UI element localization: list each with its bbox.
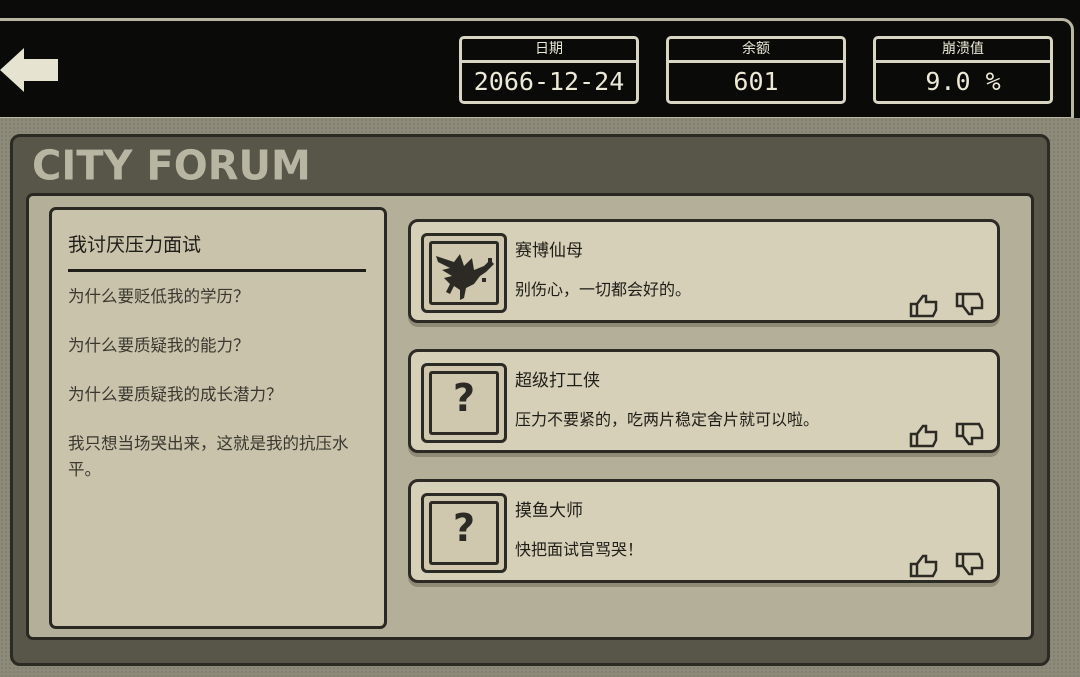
divider (68, 269, 366, 272)
avatar: ? (421, 493, 507, 573)
breakdown-display: 崩溃值 9.0 % (873, 36, 1053, 104)
question-mark-icon: ? (452, 506, 476, 550)
date-display: 日期 2066-12-24 (459, 36, 639, 104)
forum-title: CITY FORUM (32, 142, 311, 190)
comment-username: 超级打工侠 (515, 371, 600, 391)
avatar (421, 233, 507, 313)
thumbs-down-icon[interactable] (955, 552, 985, 578)
post-body: 为什么要贬低我的学历？ 为什么要质疑我的能力？ 为什么要质疑我的成长潜力？ 我只… (68, 284, 368, 506)
comment-text: 压力不要紧的，吃两片稳定舍片就可以啦。 (515, 410, 820, 429)
comment-text: 别伤心，一切都会好的。 (515, 280, 692, 299)
back-arrow-icon (0, 48, 58, 92)
post-title: 我讨厌压力面试 (68, 234, 202, 256)
balance-label: 余额 (669, 39, 843, 63)
breakdown-label: 崩溃值 (876, 39, 1050, 63)
thumbs-up-icon[interactable] (909, 292, 939, 318)
thumbs-down-icon[interactable] (955, 422, 985, 448)
balance-value: 601 (733, 67, 779, 96)
comment-card: ? 摸鱼大师 快把面试官骂哭！ (408, 479, 1000, 583)
balance-display: 余额 601 (666, 36, 846, 104)
comment-text: 快把面试官骂哭！ (515, 540, 644, 559)
comment-username: 赛博仙母 (515, 241, 583, 261)
bird-icon (436, 254, 494, 300)
thumbs-down-icon[interactable] (955, 292, 985, 318)
comment-card: ? 超级打工侠 压力不要紧的，吃两片稳定舍片就可以啦。 (408, 349, 1000, 453)
breakdown-value: 9.0 % (925, 67, 1001, 96)
back-button[interactable] (0, 44, 62, 96)
comment-card: 赛博仙母 别伤心，一切都会好的。 (408, 219, 1000, 323)
post-line: 为什么要贬低我的学历？ (68, 287, 250, 306)
post-line: 为什么要质疑我的能力？ (68, 336, 250, 355)
date-value: 2066-12-24 (473, 67, 625, 96)
comment-username: 摸鱼大师 (515, 501, 583, 521)
avatar: ? (421, 363, 507, 443)
post-line: 为什么要质疑我的成长潜力？ (68, 385, 283, 404)
thumbs-up-icon[interactable] (909, 422, 939, 448)
post-line: 我只想当场哭出来，这就是我的抗压水平。 (68, 434, 349, 479)
date-label: 日期 (462, 39, 636, 63)
question-mark-icon: ? (452, 376, 476, 420)
original-post: 我讨厌压力面试 为什么要贬低我的学历？ 为什么要质疑我的能力？ 为什么要质疑我的… (49, 207, 387, 629)
thumbs-up-icon[interactable] (909, 552, 939, 578)
